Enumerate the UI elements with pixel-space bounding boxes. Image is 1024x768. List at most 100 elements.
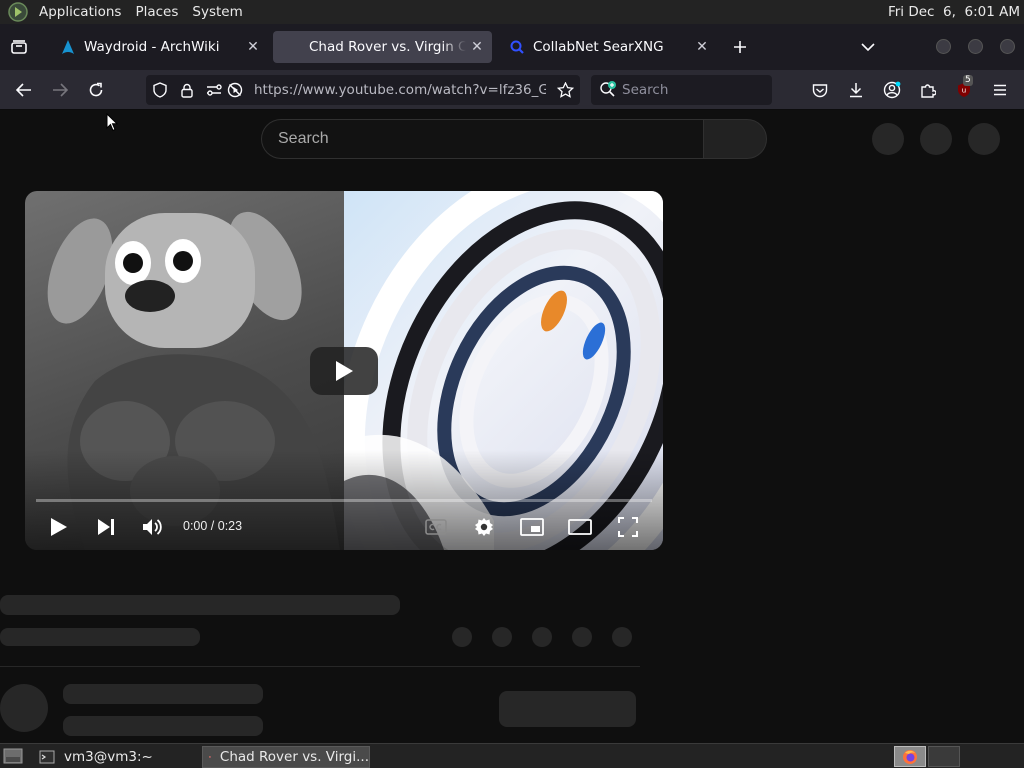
video-player[interactable]: 0:00 / 0:23 <box>25 191 663 550</box>
workspace-switcher[interactable] <box>894 746 926 767</box>
action-skeleton <box>492 627 512 647</box>
new-tab-button[interactable] <box>728 36 752 58</box>
tab-collabnet-searxng[interactable]: CollabNet SearXNG ✕ <box>497 31 717 63</box>
subtitle-skeleton <box>0 628 200 646</box>
tab-waydroid-archwiki[interactable]: Waydroid - ArchWiki ✕ <box>48 31 268 63</box>
arrow-left-icon <box>16 83 31 97</box>
clock[interactable]: Fri Dec 6, 6:01 AM <box>888 4 1020 20</box>
autoplay-blocked-icon[interactable] <box>226 81 244 99</box>
tab-title: Waydroid - ArchWiki <box>84 39 220 55</box>
applications-menu[interactable]: Applications <box>32 4 128 20</box>
large-play-button[interactable] <box>310 347 378 395</box>
play-button[interactable] <box>45 513 73 541</box>
channel-subs-skeleton <box>63 716 263 736</box>
tracking-protection-icon[interactable] <box>151 81 169 99</box>
places-menu[interactable]: Places <box>128 4 185 20</box>
tab-title: Chad Rover vs. Virgin Copilot <box>309 39 466 55</box>
pocket-icon <box>812 83 828 97</box>
video-time: 0:00 / 0:23 <box>183 519 243 533</box>
fullscreen-icon <box>618 517 638 537</box>
firefox-view-icon <box>11 40 27 54</box>
maximize-window-button[interactable] <box>968 39 983 54</box>
back-button[interactable] <box>10 76 38 104</box>
searxng-icon <box>510 40 524 54</box>
title-skeleton <box>0 595 400 615</box>
skip-next-icon <box>98 519 114 535</box>
blank-page-icon <box>285 39 301 55</box>
terminal-icon <box>39 750 55 764</box>
gear-icon <box>475 518 493 536</box>
video-progress-bar[interactable] <box>36 499 652 502</box>
reload-icon <box>89 82 103 97</box>
permissions-icon[interactable] <box>205 81 223 99</box>
chevron-down-icon <box>861 43 875 52</box>
theater-mode-button[interactable] <box>566 513 594 541</box>
fullscreen-button[interactable] <box>614 513 642 541</box>
youtube-search-input[interactable]: Search <box>261 119 704 159</box>
taskbar-item-firefox[interactable]: Chad Rover vs. Virgi... <box>202 746 370 768</box>
tab-strip: Waydroid - ArchWiki ✕ Chad Rover vs. Vir… <box>0 24 1024 70</box>
close-window-button[interactable] <box>1000 39 1015 54</box>
lock-icon[interactable] <box>178 81 196 99</box>
miniplayer-icon <box>520 518 544 536</box>
download-icon <box>850 83 862 98</box>
youtube-page: Search 0:00 / 0:23 <box>0 111 1024 743</box>
taskbar-item-terminal[interactable]: vm3@vm3:~ <box>33 746 198 768</box>
tab-chad-rover[interactable]: Chad Rover vs. Virgin Copilot ✕ <box>273 31 492 63</box>
reload-button[interactable] <box>82 76 110 104</box>
mute-button[interactable] <box>139 513 167 541</box>
ublock-origin-button[interactable]: u 5 <box>950 75 978 104</box>
list-all-tabs-button[interactable] <box>856 36 880 58</box>
account-icon <box>883 81 901 99</box>
subtitles-button[interactable] <box>422 513 450 541</box>
system-menu[interactable]: System <box>185 4 249 20</box>
app-menu-button[interactable] <box>986 76 1014 104</box>
play-icon <box>336 361 353 381</box>
svg-text:u: u <box>962 87 966 95</box>
firefox-view-button[interactable] <box>8 37 30 57</box>
extension-badge: 5 <box>963 75 973 86</box>
youtube-search-button[interactable] <box>703 119 767 159</box>
arrow-right-icon <box>53 83 68 97</box>
mouse-pointer-icon <box>106 113 118 132</box>
taskbar-item-label: Chad Rover vs. Virgi... <box>219 749 369 765</box>
show-desktop-icon[interactable] <box>3 747 23 765</box>
web-search-bar[interactable]: Search <box>591 75 772 105</box>
forward-button[interactable] <box>46 76 74 104</box>
closed-captions-icon <box>425 519 447 535</box>
close-tab-icon[interactable]: ✕ <box>691 39 713 55</box>
hamburger-menu-icon <box>994 84 1006 96</box>
downloads-button[interactable] <box>842 76 870 104</box>
workspace-switcher-2[interactable] <box>928 746 960 767</box>
close-tab-icon[interactable]: ✕ <box>242 39 264 55</box>
action-skeleton <box>532 627 552 647</box>
url-text[interactable]: https://www.youtube.com/watch?v=lfz36_Gb… <box>254 82 546 98</box>
minimize-window-button[interactable] <box>936 39 951 54</box>
search-engine-icon[interactable] <box>599 81 619 99</box>
next-video-button[interactable] <box>92 513 120 541</box>
avatar-placeholder[interactable] <box>968 123 1000 155</box>
url-bar[interactable]: https://www.youtube.com/watch?v=lfz36_Gb… <box>146 75 580 105</box>
distro-logo-icon[interactable] <box>8 2 28 22</box>
section-divider <box>0 666 640 667</box>
puzzle-piece-icon <box>921 84 936 98</box>
bookmark-star-icon[interactable] <box>556 81 574 99</box>
account-button[interactable] <box>878 76 906 104</box>
top-panel: Applications Places System Fri Dec 6, 6:… <box>0 0 1024 24</box>
settings-button[interactable] <box>470 513 498 541</box>
archwiki-icon <box>62 40 74 54</box>
subscribe-button-skeleton <box>499 691 636 727</box>
header-button-placeholder[interactable] <box>872 123 904 155</box>
nav-toolbar: https://www.youtube.com/watch?v=lfz36_Gb… <box>0 70 1024 110</box>
close-tab-icon[interactable]: ✕ <box>466 39 488 55</box>
extensions-button[interactable] <box>914 76 942 104</box>
search-placeholder: Search <box>622 82 669 98</box>
bottom-taskbar: vm3@vm3:~ Chad Rover vs. Virgi... <box>0 743 1024 768</box>
miniplayer-button[interactable] <box>518 513 546 541</box>
channel-avatar-skeleton <box>0 684 48 732</box>
youtube-search-placeholder: Search <box>278 130 329 147</box>
header-button-placeholder[interactable] <box>920 123 952 155</box>
action-skeleton <box>572 627 592 647</box>
theater-mode-icon <box>568 519 592 535</box>
pocket-button[interactable] <box>806 76 834 104</box>
